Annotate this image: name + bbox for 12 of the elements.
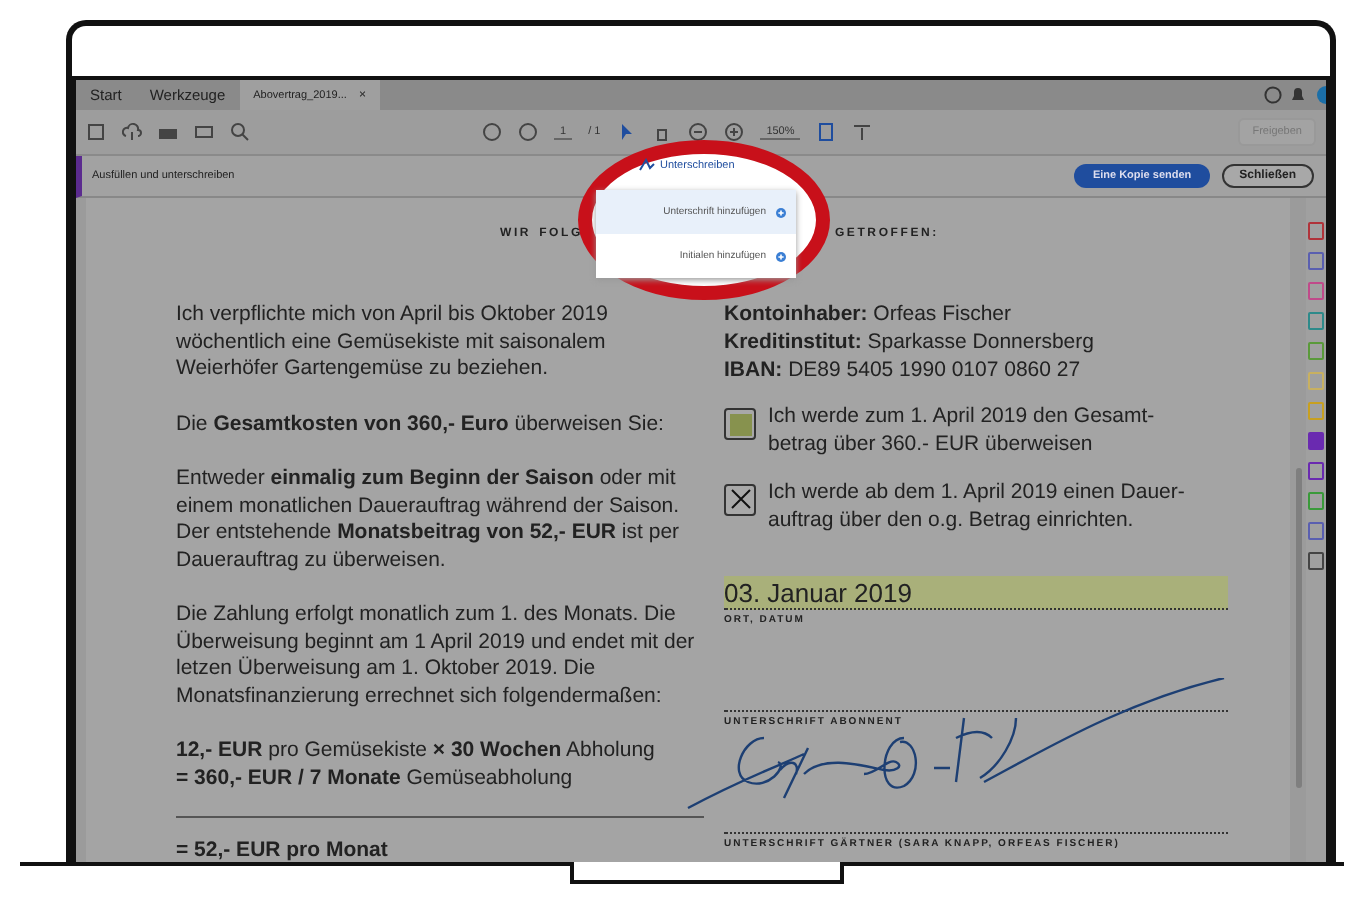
paragraph: Entweder einmalig zum Beginn der Saison oder mit einem monatlichen Dauerauftrag während der Saison. Der entstehende Monatsbeitrag von 52,- EUR ist per Dauerauftrag zu überweisen. [176,466,682,574]
account-line: IBAN: DE89 5405 1990 0107 0860 27 [724,357,1083,385]
date-field[interactable]: 03. Januar 2019 [724,575,1228,611]
account-line: Kreditinstitut: Sparkasse Donnersberg [724,329,1096,358]
paragraph: Die Zahlung erfolgt monatlich zum 1. des Monats. Die Überweisung beginnt am 1 April 2019 und endet mit der letzen Überweisung am 1. Oktober 2019. Die Monatsfinanzierung errechnet sich folgendermaßen: [176,602,697,710]
option-text: Ich werde zum 1. April 2019 den Gesamt- betrag über 360.- EUR überweisen [768,404,1155,460]
monthly-total: = 52,- EUR pro Monat [176,838,390,864]
account-line: Kontoinhaber: Orfeas Fischer [724,302,1014,330]
option-text: Ich werde ab dem 1. April 2019 einen Dauer- auftrag über den o.g. Betrag einrichten. [768,479,1185,536]
paragraph: Ich verpflichte mich von April bis Oktober 2019 wöchentlich eine Gemüsekiste mit saisonalem Weierhöfer Gartengemüse zu beziehen. [176,302,610,383]
paragraph: 12,- EUR pro Gemüsekiste × 30 Wochen Abholung = 360,- EUR / 7 Monate Gemüseabholung [176,738,657,792]
paragraph: Die Gesamtkosten von 360,- Euro überweisen Sie: [176,411,666,438]
